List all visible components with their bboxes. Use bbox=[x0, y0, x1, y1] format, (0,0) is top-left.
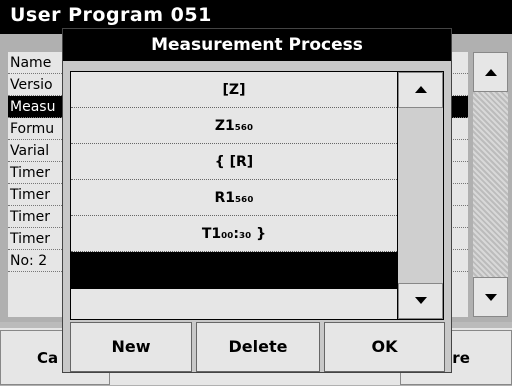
ok-button[interactable]: OK bbox=[324, 322, 445, 372]
list-item-label: Timer bbox=[10, 231, 51, 247]
measurement-process-dialog: Measurement Process [Z] Z1₅₆₀ { [R] R1₅₆… bbox=[62, 28, 452, 373]
process-step-list: [Z] Z1₅₆₀ { [R] R1₅₆₀ T1₀₀:₃₀ } bbox=[71, 72, 397, 319]
dialog-scrollbar[interactable] bbox=[398, 72, 443, 319]
process-step[interactable]: [Z] bbox=[71, 72, 397, 108]
process-step-empty[interactable] bbox=[71, 289, 397, 319]
scroll-down-button[interactable] bbox=[398, 283, 443, 319]
list-item-label: Measu bbox=[10, 99, 56, 115]
list-item-label: Timer bbox=[10, 187, 51, 203]
new-button[interactable]: New bbox=[70, 322, 192, 372]
list-item-label: Timer bbox=[10, 209, 51, 225]
process-step-empty-selected[interactable] bbox=[71, 252, 397, 289]
process-step[interactable]: { [R] bbox=[71, 144, 397, 180]
scroll-up-button[interactable] bbox=[398, 72, 443, 108]
list-item-label: Name bbox=[10, 55, 52, 71]
dialog-title: Measurement Process bbox=[63, 29, 451, 61]
arrow-up-icon bbox=[485, 69, 497, 76]
arrow-down-icon bbox=[485, 294, 497, 301]
arrow-down-icon bbox=[415, 297, 427, 304]
process-step[interactable]: T1₀₀:₃₀ } bbox=[71, 216, 397, 252]
background-scrollbar[interactable] bbox=[473, 52, 508, 317]
background-title: User Program 051 bbox=[10, 4, 212, 26]
process-list-frame: [Z] Z1₅₆₀ { [R] R1₅₆₀ T1₀₀:₃₀ } bbox=[70, 71, 444, 320]
list-item-label: Formu bbox=[10, 121, 55, 137]
arrow-up-icon bbox=[415, 86, 427, 93]
background-scroll-track[interactable] bbox=[473, 92, 508, 277]
process-step[interactable]: R1₅₆₀ bbox=[71, 180, 397, 216]
list-item-label: Versio bbox=[10, 77, 53, 93]
background-scroll-down-button[interactable] bbox=[473, 277, 508, 317]
list-item-label: Varial bbox=[10, 143, 50, 159]
delete-button[interactable]: Delete bbox=[196, 322, 320, 372]
background-scroll-up-button[interactable] bbox=[473, 52, 508, 92]
process-step[interactable]: Z1₅₆₀ bbox=[71, 108, 397, 144]
list-item-label: No: 2 bbox=[10, 253, 48, 269]
list-item-label: Timer bbox=[10, 165, 51, 181]
scroll-track[interactable] bbox=[398, 108, 443, 283]
